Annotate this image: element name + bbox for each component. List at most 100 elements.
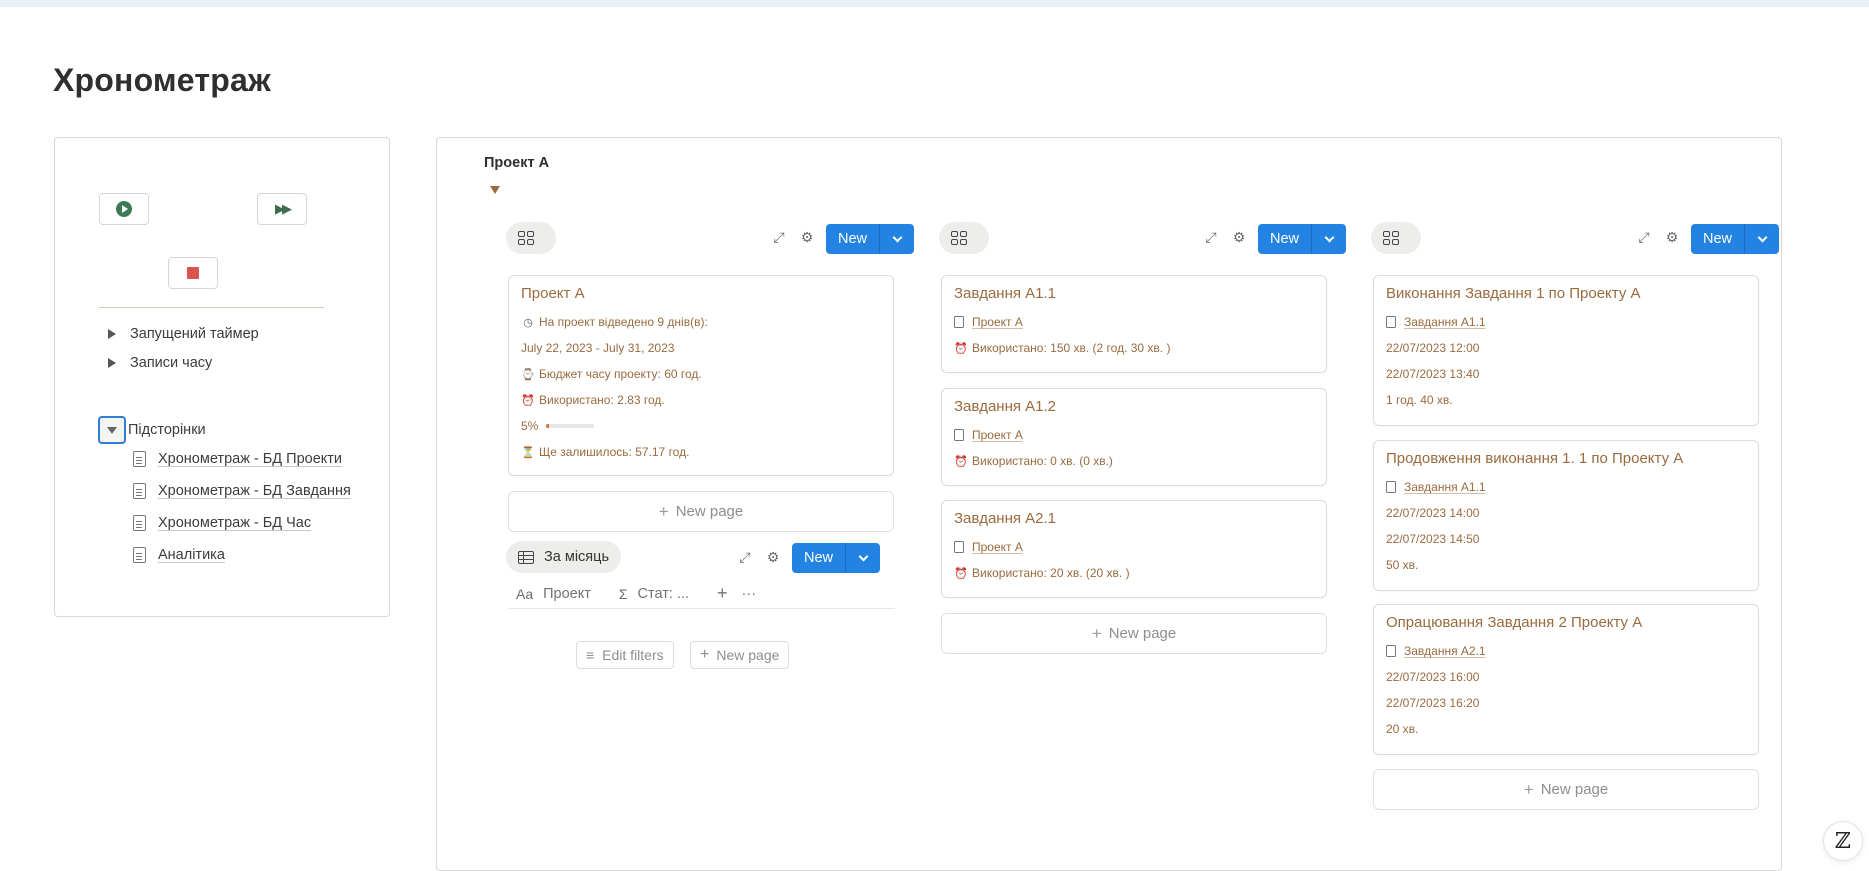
plus-icon: + [658,501,669,521]
new-button-label[interactable]: New [1691,224,1745,254]
card-row-task: Завдання А1.1 [1386,309,1746,335]
task-link[interactable]: Завдання А2.1 [1404,644,1486,658]
subpages-toggle-button[interactable] [98,416,126,444]
new-page-label: New page [675,503,744,520]
help-icon[interactable]: ℤ [1823,821,1863,861]
task-card[interactable]: Завдання А2.1 Проект А ⏰ Використано: 20 … [941,500,1327,598]
filter-icon: ≡ [586,647,595,663]
triangle-right-icon[interactable] [108,358,116,368]
toggle-running-timer[interactable]: Запущений таймер [108,326,259,342]
card-row-budget: ⌚ Бюджет часу проекту: 60 год. [521,367,702,381]
new-button-label[interactable]: New [1258,224,1312,254]
task-card[interactable]: Завдання А1.2 Проект А ⏰ Використано: 0 х… [941,388,1327,486]
time-entry-card[interactable]: Виконання Завдання 1 по Проекту А Завдан… [1373,275,1759,426]
gallery-icon [1383,231,1399,245]
card-row-used: ⏰ Використано: 150 хв. (2 год. 30 хв. ) [954,341,1171,355]
view-switcher-projects[interactable] [506,222,556,254]
chevron-down-icon[interactable] [1311,224,1347,254]
column-header-stat[interactable]: Σ Стат: ... [619,586,689,602]
task-link[interactable]: Завдання А1.1 [1404,315,1486,329]
watch-icon: ⌚ [521,368,535,381]
time-entry-card[interactable]: Опрацювання Завдання 2 Проекту А Завданн… [1373,604,1759,755]
document-icon [133,515,146,531]
task-link[interactable]: Завдання А1.1 [1404,480,1486,494]
document-icon [133,483,146,499]
new-button-time[interactable]: New [1691,224,1780,254]
filter-settings-icon[interactable]: ⚙ [765,549,781,565]
view-switcher-time[interactable] [1371,222,1421,254]
triangle-down-icon[interactable] [490,186,500,194]
triangle-right-icon[interactable] [108,329,116,339]
toolbar: ⤢ ⚙ [1636,229,1680,245]
subpage-label[interactable]: Хронометраж - БД Час [158,515,311,531]
page-title: Хронометраж [53,62,271,98]
expand-icon[interactable]: ⤢ [1203,229,1219,245]
edit-filters-button[interactable]: ≡ Edit filters [576,641,674,669]
subpage-label[interactable]: Хронометраж - БД Проекти [158,451,342,467]
hourglass-icon: ⏳ [521,446,535,459]
expand-icon[interactable]: ⤢ [1636,229,1652,245]
card-title: Завдання А1.2 [954,398,1057,415]
card-row-duration: 1 год. 40 хв. [1386,393,1453,407]
chevron-down-icon[interactable] [1744,224,1780,254]
new-page-button-time[interactable]: + New page [1373,769,1759,810]
toggle-label: Запущений таймер [130,326,259,342]
new-button-projects[interactable]: New [826,224,915,254]
filter-settings-icon[interactable]: ⚙ [1231,229,1247,245]
toggle-time-records[interactable]: Записи часу [108,355,212,371]
alarm-clock-icon: ⏰ [954,342,968,355]
expand-icon[interactable]: ⤢ [737,549,753,565]
expand-icon[interactable]: ⤢ [771,229,787,245]
card-row-duration: 50 хв. [1386,558,1419,572]
subpage-link-time[interactable]: Хронометраж - БД Час [133,515,311,531]
new-button-tasks[interactable]: New [1258,224,1347,254]
more-icon[interactable]: ··· [742,586,757,602]
add-column-icon[interactable]: + [717,583,728,604]
stop-timer-button[interactable] [168,257,218,289]
plus-icon: + [1523,779,1534,799]
project-panel: Проект А ⤢ ⚙ New Проект А ◷ На проект від… [436,137,1782,871]
chevron-down-icon[interactable] [845,543,881,573]
subpage-label[interactable]: Аналітика [158,547,225,563]
toggle-subpages[interactable]: Підсторінки [98,416,206,444]
card-row-task: Завдання А1.1 [1386,474,1746,500]
card-row-used: ⏰ Використано: 0 хв. (0 хв.) [954,454,1113,468]
document-icon [133,451,146,467]
project-link[interactable]: Проект А [972,428,1023,442]
filter-settings-icon[interactable]: ⚙ [1664,229,1680,245]
subpage-link-projects[interactable]: Хронометраж - БД Проекти [133,451,342,467]
project-link[interactable]: Проект А [972,540,1023,554]
new-page-button-projects[interactable]: + New page [508,491,894,532]
chevron-down-icon[interactable] [879,224,915,254]
next-timer-button[interactable]: ▶▶ [257,193,307,225]
column-header-project[interactable]: Aa Проект [516,586,591,602]
start-timer-button[interactable] [99,193,149,225]
table-new-page-button[interactable]: + New page [690,641,790,669]
project-toggle-title[interactable]: Проект А [484,155,549,171]
project-card[interactable]: Проект А ◷ На проект відведено 9 днів(в):… [508,275,894,476]
toolbar: ⤢ ⚙ [771,229,815,245]
plus-icon: + [700,646,710,663]
new-button-label[interactable]: New [792,543,846,573]
document-icon [954,429,964,441]
subpage-link-analytics[interactable]: Аналітика [133,547,225,563]
new-page-button-tasks[interactable]: + New page [941,613,1327,654]
top-bar [0,0,1869,7]
time-entry-card[interactable]: Продовження виконання 1. 1 по Проекту А … [1373,440,1759,591]
view-tab-monthly[interactable]: За місяць [506,541,622,573]
card-row-end: 22/07/2023 16:20 [1386,696,1480,710]
plus-icon: + [1091,623,1102,643]
project-link[interactable]: Проект А [972,315,1023,329]
new-button-table[interactable]: New [792,543,881,573]
view-switcher-tasks[interactable] [939,222,989,254]
filter-settings-icon[interactable]: ⚙ [799,229,815,245]
document-icon [1386,481,1396,493]
sigma-icon: Σ [618,585,628,602]
document-icon [133,547,146,563]
subpage-label[interactable]: Хронометраж - БД Завдання [158,483,351,499]
fast-forward-icon: ▶▶ [275,201,292,216]
card-row-start: 22/07/2023 16:00 [1386,670,1480,684]
task-card[interactable]: Завдання А1.1 Проект А ⏰ Використано: 150… [941,275,1327,373]
new-button-label[interactable]: New [826,224,880,254]
subpage-link-tasks[interactable]: Хронометраж - БД Завдання [133,483,351,499]
